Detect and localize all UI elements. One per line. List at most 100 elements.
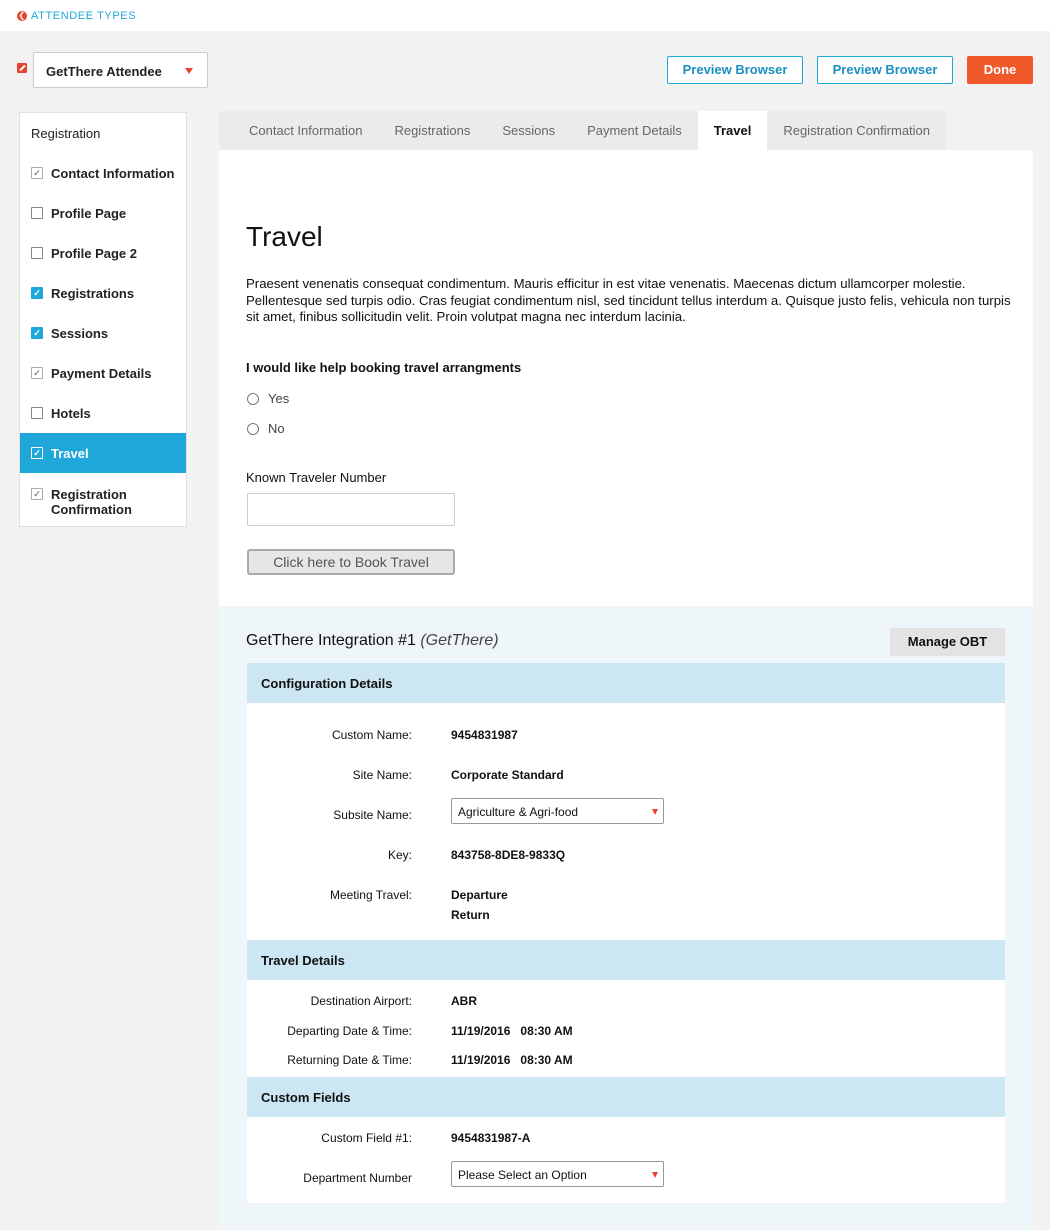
attendee-type-value: GetThere Attendee — [46, 64, 162, 79]
tab-travel[interactable]: Travel — [697, 111, 768, 150]
site-name-row: Site Name: Corporate Standard — [247, 765, 1005, 785]
returning-row: Returning Date & Time: 11/19/2016 08:30 … — [247, 1050, 1005, 1070]
custom-field-1-value: 9454831987-A — [451, 1131, 531, 1145]
checkbox-checked-grey-icon[interactable]: ✓ — [31, 167, 43, 179]
sidebar-item-hotels[interactable]: Hotels — [20, 393, 186, 433]
page-tabs: Contact Information Registrations Sessio… — [219, 111, 947, 150]
sidebar-item-contact-information[interactable]: ✓ Contact Information — [20, 153, 186, 193]
departing-label: Departing Date & Time: — [287, 1024, 412, 1038]
meeting-travel-return: Return — [451, 908, 490, 922]
destination-airport-row: Destination Airport: ABR — [247, 991, 1005, 1011]
sidebar-item-registration-confirmation[interactable]: ✓ Registration Confirmation — [20, 473, 186, 529]
registration-sidebar: Registration ✓ Contact Information Profi… — [19, 112, 187, 527]
tab-registration-confirmation[interactable]: Registration Confirmation — [767, 111, 946, 150]
known-traveler-number-field[interactable] — [247, 493, 455, 526]
tab-payment-details[interactable]: Payment Details — [571, 111, 698, 150]
tab-registrations[interactable]: Registrations — [378, 111, 486, 150]
checkbox-checked-grey-icon[interactable]: ✓ — [31, 367, 43, 379]
departing-row: Departing Date & Time: 11/19/2016 08:30 … — [247, 1021, 1005, 1041]
department-number-label: Department Number — [303, 1171, 412, 1185]
done-button[interactable]: Done — [967, 56, 1033, 84]
site-name-label: Site Name: — [352, 768, 412, 782]
custom-name-label: Custom Name: — [331, 728, 412, 742]
preview-browser-button-2[interactable]: Preview Browser — [817, 56, 953, 84]
sidebar-item-travel[interactable]: ✓ Travel — [20, 433, 186, 473]
meeting-travel-departure: Departure — [451, 888, 508, 902]
sidebar-item-registrations[interactable]: ✓ Registrations — [20, 273, 186, 313]
custom-fields-header: Custom Fields — [247, 1077, 1005, 1117]
top-bar: ❮ ATTENDEE TYPES — [0, 0, 1050, 31]
page-title: Travel — [246, 221, 323, 252]
preview-browser-button[interactable]: Preview Browser — [667, 56, 803, 84]
travel-details-header: Travel Details — [247, 940, 1005, 980]
radio-label-yes: Yes — [268, 391, 290, 406]
checkbox-unchecked-icon[interactable] — [31, 207, 43, 219]
sidebar-item-sessions[interactable]: ✓ Sessions — [20, 313, 186, 353]
sidebar-item-label: Travel — [51, 445, 89, 461]
tab-contact-information[interactable]: Contact Information — [219, 111, 378, 150]
travel-help-question: I would like help booking travel arrangm… — [246, 360, 522, 375]
known-traveler-number-label: Known Traveler Number — [246, 470, 387, 485]
checkbox-checked-grey-icon[interactable]: ✓ — [31, 488, 43, 500]
site-name-value: Corporate Standard — [451, 768, 564, 782]
sidebar-item-label: Contact Information — [51, 165, 175, 181]
radio-button[interactable] — [247, 422, 259, 435]
returning-label: Returning Date & Time: — [287, 1053, 412, 1067]
back-to-attendee-types-link[interactable]: ❮ ATTENDEE TYPES — [17, 10, 136, 22]
integration-name: GetThere Integration #1 — [246, 632, 416, 649]
back-link-label: ATTENDEE TYPES — [31, 10, 137, 22]
integration-section: GetThere Integration #1 (GetThere) Manag… — [219, 606, 1033, 1230]
integration-title: GetThere Integration #1 (GetThere) — [246, 632, 499, 650]
custom-field-1-label: Custom Field #1: — [321, 1131, 412, 1145]
sidebar-item-label: Payment Details — [51, 365, 152, 381]
tab-sessions[interactable]: Sessions — [486, 111, 571, 150]
meeting-travel-label: Meeting Travel: — [329, 888, 412, 902]
configuration-details-header: Configuration Details — [247, 663, 1005, 703]
subsite-name-row: Subsite Name: Agriculture & Agri-food — [247, 798, 1005, 825]
checkbox-checked-grey-icon[interactable]: ✓ — [31, 447, 43, 459]
sidebar-item-profile-page[interactable]: Profile Page — [20, 193, 186, 233]
department-number-row: Department Number Please Select an Optio… — [247, 1161, 1005, 1188]
book-travel-button[interactable]: Click here to Book Travel — [247, 549, 455, 575]
custom-name-value: 9454831987 — [451, 728, 518, 742]
subsite-name-label: Subsite Name: — [333, 808, 412, 822]
radio-option-no[interactable]: No — [247, 421, 285, 436]
checkbox-unchecked-icon[interactable] — [31, 247, 43, 259]
departing-value: 11/19/2016 08:30 AM — [451, 1024, 573, 1038]
dropdown-caret-icon — [185, 68, 193, 74]
returning-value: 11/19/2016 08:30 AM — [451, 1053, 573, 1067]
sidebar-item-label: Sessions — [51, 325, 109, 341]
subsite-name-value: Agriculture & Agri-food — [458, 805, 579, 819]
radio-button[interactable] — [247, 392, 259, 405]
integration-provider: (GetThere) — [420, 632, 499, 649]
sidebar-item-label: Hotels — [51, 405, 91, 421]
sidebar-title: Registration — [31, 126, 101, 141]
sidebar-item-label: Registrations — [51, 285, 135, 301]
key-row: Key: 843758-8DE8-9833Q — [247, 845, 1005, 865]
checkbox-checked-icon[interactable]: ✓ — [31, 327, 43, 339]
department-number-select[interactable]: Please Select an Option — [451, 1161, 664, 1187]
edit-icon[interactable] — [17, 63, 27, 73]
attendee-type-select[interactable]: GetThere Attendee — [33, 52, 208, 88]
dropdown-caret-icon — [652, 809, 658, 815]
meeting-travel-row: Meeting Travel: Departure — [247, 885, 1005, 905]
key-value: 843758-8DE8-9833Q — [451, 848, 566, 862]
manage-obt-button[interactable]: Manage OBT — [890, 628, 1005, 656]
custom-field-1-row: Custom Field #1: 9454831987-A — [247, 1128, 1005, 1148]
integration-details-panel: Configuration Details Custom Name: 94548… — [247, 663, 1005, 1203]
sidebar-item-payment-details[interactable]: ✓ Payment Details — [20, 353, 186, 393]
key-label: Key: — [387, 848, 412, 862]
intro-paragraph: Praesent venenatis consequat condimentum… — [246, 276, 1011, 324]
travel-page-preview: Travel Praesent venenatis consequat cond… — [219, 150, 1033, 606]
radio-option-yes[interactable]: Yes — [247, 391, 289, 406]
sidebar-item-profile-page-2[interactable]: Profile Page 2 — [20, 233, 186, 273]
subsite-name-select[interactable]: Agriculture & Agri-food — [451, 798, 664, 824]
destination-airport-label: Destination Airport: — [310, 994, 412, 1008]
checkbox-checked-icon[interactable]: ✓ — [31, 287, 43, 299]
sidebar-item-label: Profile Page — [51, 205, 127, 221]
radio-label-no: No — [268, 421, 285, 436]
checkbox-unchecked-icon[interactable] — [31, 407, 43, 419]
department-number-value: Please Select an Option — [458, 1168, 587, 1182]
sidebar-item-label: Registration Confirmation — [51, 487, 132, 517]
custom-name-row: Custom Name: 9454831987 — [247, 725, 1005, 745]
